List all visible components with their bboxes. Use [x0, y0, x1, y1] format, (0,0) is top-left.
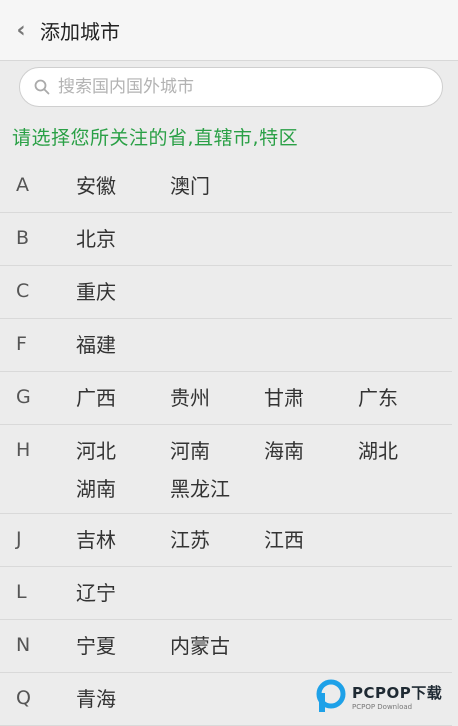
city-item[interactable]: 内蒙古	[170, 632, 264, 660]
group-row: J 吉林 江苏 江西	[0, 514, 452, 567]
group-letter: A	[16, 174, 29, 196]
city-item[interactable]: 北京	[76, 225, 170, 253]
city-grid: 重庆	[76, 266, 452, 316]
group-letter: G	[16, 386, 31, 408]
group-letter: F	[16, 333, 27, 355]
group-row: C 重庆	[0, 266, 452, 319]
city-item[interactable]: 甘肃	[264, 384, 358, 412]
group-row: B 北京	[0, 213, 452, 266]
group-row: F 福建	[0, 319, 452, 372]
city-item[interactable]: 湖北	[358, 437, 452, 465]
group-row: G 广西 贵州 甘肃 广东	[0, 372, 452, 425]
city-item[interactable]: 吉林	[76, 526, 170, 554]
city-item[interactable]: 福建	[76, 331, 170, 359]
back-button[interactable]: ‹	[8, 10, 34, 50]
city-item[interactable]: 河南	[170, 437, 264, 465]
city-item[interactable]: 广西	[76, 384, 170, 412]
search-box[interactable]	[19, 67, 443, 107]
watermark-logo: PCPOP下载 PCPOP Download	[316, 678, 454, 714]
city-grid: 河北 河南 海南 湖北湖南 黑龙江	[76, 425, 452, 513]
search-input[interactable]	[56, 76, 420, 98]
city-item[interactable]: 宁夏	[76, 632, 170, 660]
city-item[interactable]: 江西	[264, 526, 358, 554]
watermark-brand: PCPOP下载	[352, 683, 443, 702]
search-icon	[34, 79, 50, 95]
group-letter: B	[16, 227, 30, 249]
city-item[interactable]: 广东	[358, 384, 452, 412]
city-item[interactable]: 江苏	[170, 526, 264, 554]
city-grid: 广西 贵州 甘肃 广东	[76, 372, 452, 422]
city-item[interactable]: 贵州	[170, 384, 264, 412]
top-bar: ‹ 添加城市	[0, 0, 458, 61]
region-list: A 安徽 澳门 B 北京 C 重庆 F 福建 G 广西 贵州 甘肃 广东 H 河北 河南 海南 湖北湖南 黑龙江 J 吉林…	[0, 160, 458, 726]
city-grid: 吉林 江苏 江西	[76, 514, 452, 564]
selection-prompt: 请选择您所关注的省,直辖市,特区	[12, 127, 299, 149]
group-letter: N	[16, 634, 31, 656]
city-grid: 宁夏 内蒙古	[76, 620, 452, 670]
group-letter: H	[16, 439, 31, 461]
group-row: H 河北 河南 海南 湖北湖南 黑龙江	[0, 425, 452, 514]
group-letter: J	[16, 528, 22, 550]
city-grid: 安徽 澳门	[76, 160, 452, 210]
group-letter: L	[16, 581, 27, 603]
city-item[interactable]: 湖南	[76, 475, 170, 503]
chevron-left-icon: ‹	[16, 17, 26, 43]
watermark-sub: PCPOP Download	[352, 702, 413, 711]
city-item[interactable]: 辽宁	[76, 579, 170, 607]
city-grid: 辽宁	[76, 567, 452, 617]
city-grid: 北京	[76, 213, 452, 263]
city-item[interactable]: 河北	[76, 437, 170, 465]
city-item[interactable]: 安徽	[76, 172, 170, 200]
group-row: L 辽宁	[0, 567, 452, 620]
city-grid: 福建	[76, 319, 452, 369]
group-row: N 宁夏 内蒙古	[0, 620, 452, 673]
group-row: A 安徽 澳门	[0, 160, 452, 213]
city-item[interactable]: 黑龙江	[170, 475, 264, 503]
city-item[interactable]: 重庆	[76, 278, 170, 306]
city-item[interactable]: 海南	[264, 437, 358, 465]
page-title: 添加城市	[40, 19, 120, 44]
pcpop-logo-icon	[316, 679, 346, 712]
group-letter: Q	[16, 687, 31, 709]
group-letter: C	[16, 280, 30, 302]
city-item[interactable]: 青海	[76, 685, 170, 713]
city-item[interactable]: 澳门	[170, 172, 264, 200]
